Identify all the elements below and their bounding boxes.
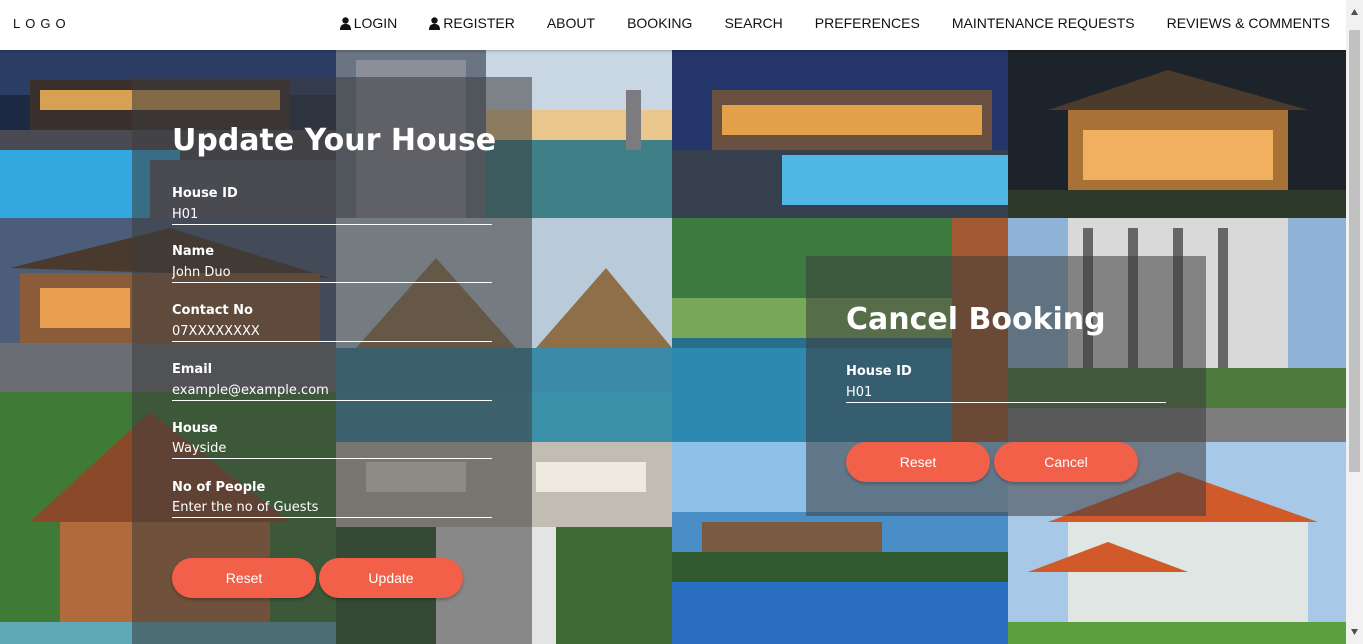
nav-login-label: LOGIN <box>353 15 398 31</box>
update-house-form: Update Your House House ID Name Contact … <box>132 77 532 644</box>
name-label: Name <box>172 244 215 259</box>
nav-preferences[interactable]: PREFERENCES <box>815 15 920 31</box>
nav-reviews-comments[interactable]: REVIEWS & COMMENTS <box>1167 15 1330 31</box>
scroll-down-icon[interactable] <box>1350 628 1359 636</box>
nav-search[interactable]: SEARCH <box>724 15 782 31</box>
cancel-booking-form: Cancel Booking House ID Reset Cancel <box>806 256 1206 516</box>
nav-about[interactable]: ABOUT <box>547 15 595 31</box>
name-input[interactable] <box>172 263 492 283</box>
email-label: Email <box>172 362 213 377</box>
house-label: House <box>172 421 218 436</box>
user-icon <box>429 16 441 30</box>
nav-register-label: REGISTER <box>443 15 515 31</box>
wooden-house-night-image <box>1008 50 1346 218</box>
scrollbar-thumb[interactable] <box>1349 30 1360 472</box>
house-id-input[interactable] <box>172 205 492 225</box>
nav-booking[interactable]: BOOKING <box>627 15 692 31</box>
cancel-form-title: Cancel Booking <box>846 302 1106 337</box>
cancel-booking-button[interactable]: Cancel <box>994 442 1138 482</box>
update-button[interactable]: Update <box>319 558 463 598</box>
page-scrollbar[interactable] <box>1346 0 1363 644</box>
nav-maintenance-requests[interactable]: MAINTENANCE REQUESTS <box>952 15 1135 31</box>
no-of-people-input[interactable] <box>172 498 492 518</box>
nav-login[interactable]: LOGIN <box>339 15 398 31</box>
nav-register[interactable]: REGISTER <box>429 15 515 31</box>
contact-no-label: Contact No <box>172 303 253 318</box>
update-form-title: Update Your House <box>172 123 497 158</box>
cancel-house-id-input[interactable] <box>846 383 1166 403</box>
logo[interactable]: LOGO <box>13 16 71 31</box>
email-input[interactable] <box>172 381 492 401</box>
house-id-label: House ID <box>172 186 238 201</box>
cancel-house-id-label: House ID <box>846 364 912 379</box>
no-of-people-label: No of People <box>172 480 266 495</box>
cancel-reset-button[interactable]: Reset <box>846 442 990 482</box>
user-icon <box>339 16 351 30</box>
villa-pool-evening-image <box>672 50 1008 218</box>
nav-menu: LOGIN REGISTER ABOUT BOOKING SEARCH PREF… <box>339 0 1330 46</box>
scroll-up-icon[interactable] <box>1350 8 1359 16</box>
contact-no-input[interactable] <box>172 322 492 342</box>
top-navbar: LOGO LOGIN REGISTER ABOUT BOOKING SEARCH… <box>0 0 1346 50</box>
house-input[interactable] <box>172 439 492 459</box>
update-reset-button[interactable]: Reset <box>172 558 316 598</box>
